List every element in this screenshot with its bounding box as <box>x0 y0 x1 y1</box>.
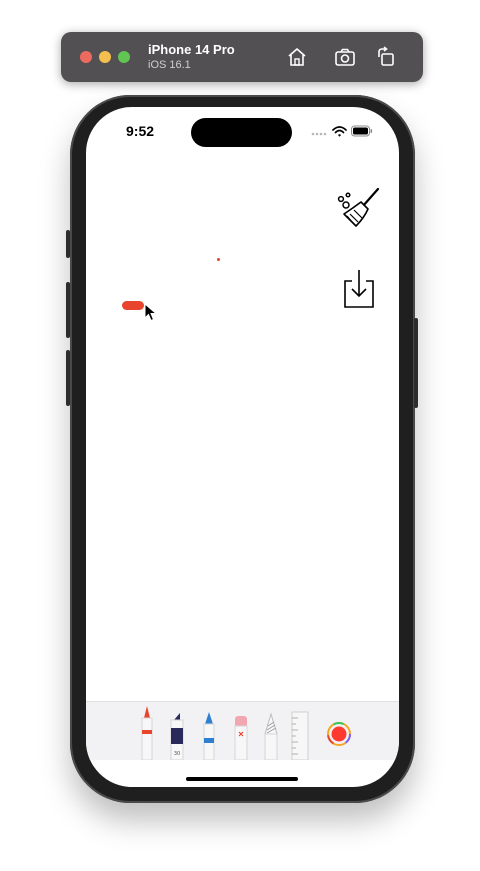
phone-screen: 9:52 30 <box>86 107 399 787</box>
status-icons <box>311 125 373 139</box>
ruler-tool[interactable] <box>290 710 310 760</box>
pencil-tool[interactable] <box>200 710 218 760</box>
rotate-icon <box>378 46 394 66</box>
zoom-window-button[interactable] <box>118 51 130 63</box>
cellular-dots-icon <box>311 132 327 136</box>
simulator-titlebar: iPhone 14 Pro iOS 16.1 <box>61 32 423 82</box>
save-drawing-button[interactable] <box>341 268 377 310</box>
marker-width-label: 30 <box>174 751 180 757</box>
close-window-button[interactable] <box>80 51 92 63</box>
home-indicator <box>186 777 298 781</box>
broom-icon <box>337 187 380 227</box>
status-time: 9:52 <box>126 123 155 139</box>
volume-up-button <box>66 282 70 338</box>
ink-stroke <box>122 301 144 310</box>
home-icon <box>288 48 306 66</box>
marker-tool[interactable]: 30 <box>168 710 186 760</box>
power-button <box>414 318 418 408</box>
lasso-tool[interactable] <box>262 712 280 760</box>
pen-tool[interactable] <box>138 704 156 760</box>
volume-down-button <box>66 350 70 406</box>
tool-palette: 30 <box>86 701 399 760</box>
download-icon <box>344 270 374 308</box>
minimize-window-button[interactable] <box>99 51 111 63</box>
device-name: iPhone 14 Pro <box>148 42 235 57</box>
ink-stroke-dot <box>217 258 220 261</box>
eraser-tool[interactable] <box>232 714 250 760</box>
os-version: iOS 16.1 <box>148 59 191 71</box>
wifi-icon <box>332 126 347 137</box>
home-button[interactable] <box>285 45 309 69</box>
clear-canvas-button[interactable] <box>334 186 382 232</box>
rotate-button[interactable] <box>374 45 398 69</box>
screenshot-icon <box>335 48 355 66</box>
mouse-pointer-icon <box>144 303 158 322</box>
screenshot-button[interactable] <box>333 45 357 69</box>
battery-icon <box>351 125 373 137</box>
color-picker[interactable] <box>327 722 351 746</box>
dynamic-island <box>191 118 292 147</box>
selected-color-swatch <box>331 726 347 742</box>
action-button <box>66 230 70 258</box>
